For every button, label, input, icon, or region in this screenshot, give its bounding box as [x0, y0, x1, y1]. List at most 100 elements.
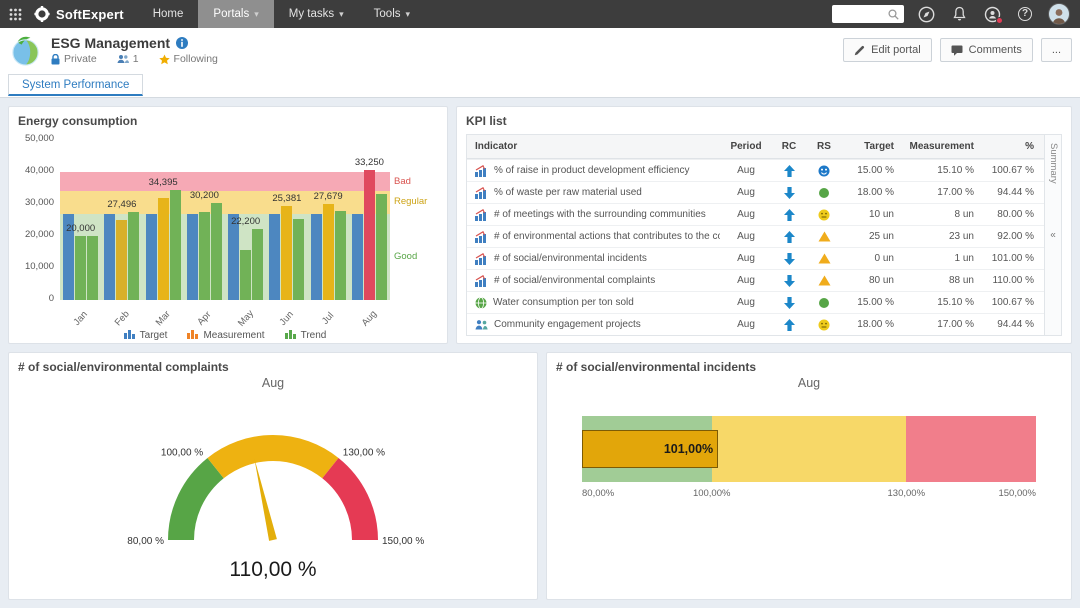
following-toggle[interactable]: Following [159, 53, 218, 65]
help-icon[interactable]: ? [1015, 4, 1035, 24]
kpi-indicator-label: Community engagement projects [494, 319, 641, 330]
collapse-icon[interactable]: « [1045, 230, 1061, 241]
user-avatar[interactable] [1048, 3, 1070, 25]
main-menu: HomePortals▾My tasks▾Tools▾ [138, 0, 425, 28]
legend-item-target[interactable]: Target [124, 328, 168, 342]
search-box[interactable] [832, 5, 904, 23]
legend-item-measurement[interactable]: Measurement [187, 328, 264, 342]
dashboard-content: Energy consumption 010,00020,00030,00040… [0, 98, 1080, 608]
search-input[interactable] [836, 9, 888, 20]
kpi-row[interactable]: # of social/environmental complaintsAug8… [467, 269, 1044, 291]
y-tick-label: 40,000 [25, 165, 54, 176]
kpi-period-cell: Aug [720, 165, 772, 176]
kpi-row[interactable]: % of raise in product development effici… [467, 159, 1044, 181]
target-bar [104, 214, 115, 300]
kpi-target-cell: 15.00 % [842, 297, 904, 308]
kpi-header-row: IndicatorPeriodRCRSTargetMeasurement% [467, 135, 1044, 159]
help-glyph: ? [1018, 7, 1032, 21]
legend-bars-icon [285, 328, 297, 342]
panel-incidents-bullet: # of social/environmental incidents Aug … [546, 352, 1072, 600]
summary-tab-label[interactable]: Summary [1048, 143, 1059, 184]
bar-groups: 20,00027,49634,39530,20022,20025,38127,6… [60, 140, 390, 300]
panel-complaints-gauge: # of social/environmental complaints Aug… [8, 352, 538, 600]
bullet-band [712, 416, 907, 482]
tab-system-performance[interactable]: System Performance [8, 74, 143, 96]
kpi-indicator-cell: # of social/environmental complaints [467, 275, 720, 287]
info-icon[interactable] [176, 37, 188, 49]
gauge-tick-label: 80,00 % [127, 536, 164, 547]
nav-item-home[interactable]: Home [138, 0, 199, 28]
kpi-target-cell: 80 un [842, 275, 904, 286]
measurement-bar [75, 236, 86, 300]
legend-label: Measurement [203, 330, 264, 341]
nav-item-tools[interactable]: Tools▾ [359, 0, 425, 28]
kpi-row[interactable]: # of environmental actions that contribu… [467, 225, 1044, 247]
compass-icon[interactable] [916, 4, 936, 24]
kpi-period-cell: Aug [720, 297, 772, 308]
arrow-down-icon [784, 275, 795, 287]
members-count[interactable]: 1 [117, 53, 139, 65]
kpi-indicator-label: % of waste per raw material used [494, 187, 642, 198]
x-label-slot: Feb [101, 300, 142, 328]
kpi-row[interactable]: Water consumption per ton soldAug 15.00 %… [467, 291, 1044, 313]
kpi-row[interactable]: # of meetings with the surrounding commu… [467, 203, 1044, 225]
x-label-slot: Jun [266, 300, 307, 328]
bar-group-jul: 27,679 [308, 140, 349, 300]
x-label-slot: May [225, 300, 266, 328]
measurement-bar [323, 204, 334, 300]
measurement-bar [281, 206, 292, 300]
gauge-tick-label: 100,00 % [161, 447, 203, 458]
kpi-column-header: % [984, 141, 1044, 152]
top-navbar: SoftExpert HomePortals▾My tasks▾Tools▾ [0, 0, 1080, 28]
kpi-target-cell: 18.00 % [842, 319, 904, 330]
month-label: Mar [154, 309, 173, 329]
trend-bar [335, 211, 346, 300]
apps-grid-icon[interactable] [0, 0, 30, 28]
kpi-percent-cell: 94.44 % [984, 187, 1044, 198]
more-button[interactable]: ... [1041, 38, 1072, 62]
status-face-yellow-icon [818, 209, 830, 221]
legend-bars-icon [187, 328, 199, 342]
measurement-bar [158, 198, 169, 300]
edit-portal-button[interactable]: Edit portal [843, 38, 932, 62]
kpi-target-cell: 15.00 % [842, 165, 904, 176]
kpi-row[interactable]: % of waste per raw material usedAug18.00… [467, 181, 1044, 203]
comments-button[interactable]: Comments [940, 38, 1033, 62]
notification-badge [996, 17, 1003, 24]
target-bar [352, 214, 363, 300]
arrow-up-icon [784, 209, 795, 221]
bar-value-label: 25,381 [272, 193, 301, 204]
lock-icon [51, 54, 60, 65]
page-title: ESG Management [51, 35, 170, 51]
energy-plot-col: 20,00027,49634,39530,20022,20025,38127,6… [60, 140, 390, 342]
bell-icon[interactable] [949, 4, 969, 24]
nav-item-portals[interactable]: Portals▾ [198, 0, 273, 28]
nav-item-my-tasks[interactable]: My tasks▾ [274, 0, 359, 28]
x-label-slot: Jan [60, 300, 101, 328]
legend-item-trend[interactable]: Trend [285, 328, 327, 342]
arrow-up-icon [784, 165, 795, 177]
kpi-target-cell: 25 un [842, 231, 904, 242]
measurement-bar [364, 170, 375, 300]
kpi-measurement-cell: 17.00 % [904, 319, 984, 330]
x-label-slot: Jul [308, 300, 349, 328]
softexpert-logo[interactable]: SoftExpert [30, 6, 138, 22]
chevron-down-icon: ▾ [406, 9, 411, 20]
gauge-svg: 80,00 %100,00 %130,00 %150,00 % [103, 394, 443, 556]
kpi-indicator-cell: Water consumption per ton sold [467, 297, 720, 309]
bar-group-jan: 20,000 [60, 140, 101, 300]
trend-bar [211, 203, 222, 300]
kpi-chart-icon [475, 231, 488, 243]
bullet-axis: 80,00%100,00%130,00%150,00% [582, 488, 1036, 504]
avatar-silhouette [1050, 6, 1068, 24]
month-label: Jul [320, 310, 336, 326]
kpi-column-header: Period [720, 141, 772, 152]
complaints-gauge-chart: 80,00 %100,00 %130,00 %150,00 % [18, 394, 528, 556]
support-icon[interactable] [982, 4, 1002, 24]
kpi-target-cell: 10 un [842, 209, 904, 220]
kpi-row[interactable]: Community engagement projectsAug18.00 %1… [467, 313, 1044, 335]
softexpert-logo-icon [34, 6, 50, 22]
kpi-row[interactable]: # of social/environmental incidentsAug0 … [467, 247, 1044, 269]
portal-titles: ESG Management Private [51, 35, 218, 65]
star-icon [159, 54, 170, 65]
